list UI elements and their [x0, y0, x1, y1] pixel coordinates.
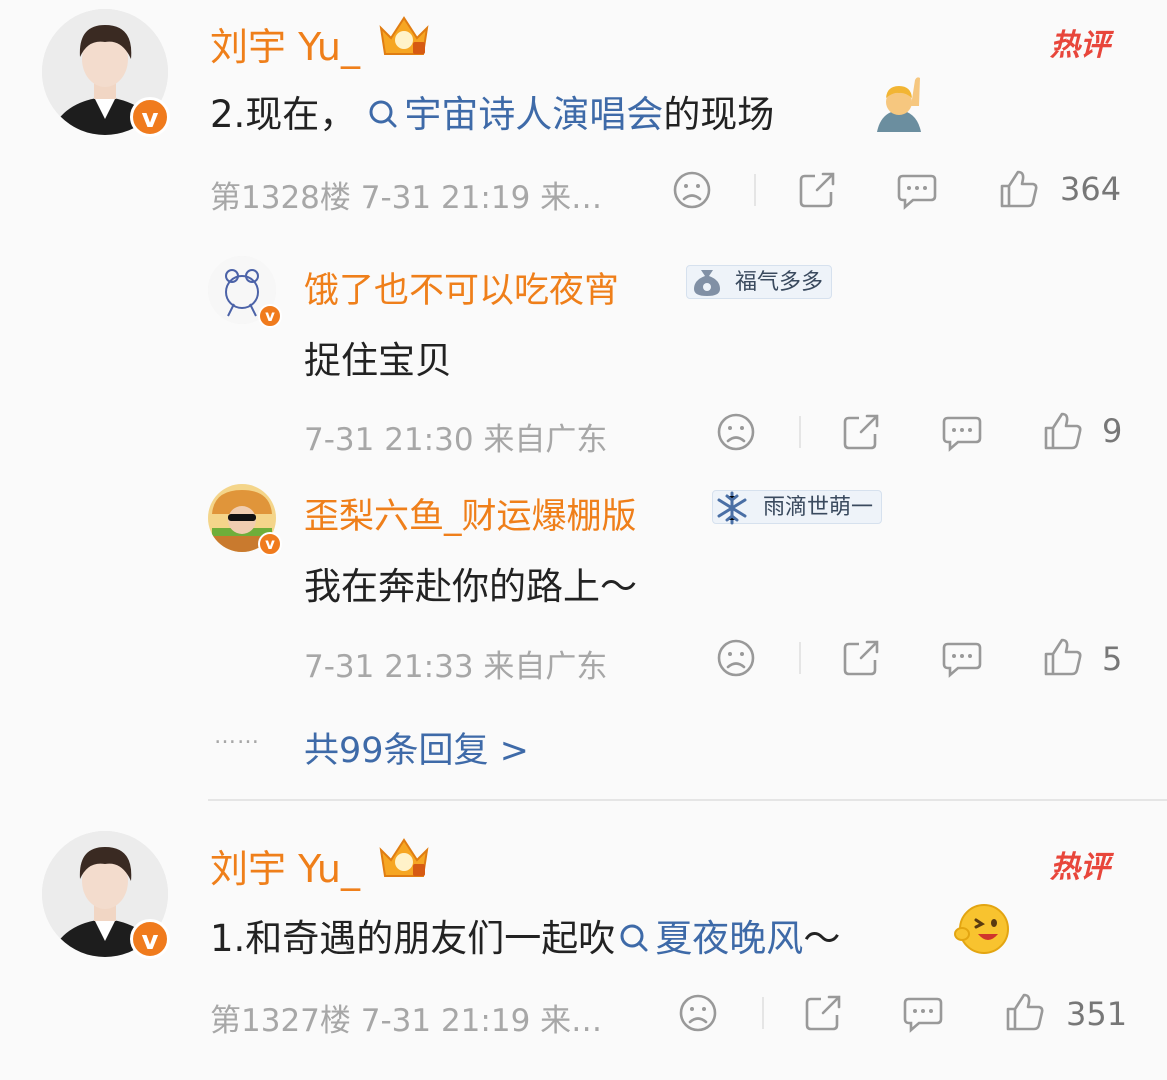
verified-badge-icon: v	[258, 304, 282, 328]
topic-link[interactable]: 夏夜晚风	[615, 917, 803, 960]
fan-badge-label: 福气多多	[735, 270, 824, 295]
reply-1-username[interactable]: 饿了也不可以吃夜宵	[304, 262, 619, 313]
share-icon[interactable]	[803, 993, 843, 1033]
comment-icon[interactable]	[942, 638, 982, 678]
comment-1-avatar-wrap[interactable]: v	[42, 9, 170, 137]
topic-link[interactable]: 宇宙诗人演唱会	[356, 93, 663, 136]
comment-1-meta: 第1328楼 7-31 21:19 来…	[210, 180, 603, 216]
laughing-face-emoji-icon	[954, 902, 1010, 956]
comment-text-start: 1.和奇遇的朋友们一起吹	[210, 917, 616, 960]
comment-text-start: 2.现在，	[210, 93, 357, 136]
like-icon[interactable]	[1042, 636, 1084, 678]
like-count: 9	[1102, 412, 1123, 450]
hot-comment-badge: 热评	[1050, 28, 1110, 63]
divider	[762, 997, 764, 1029]
comment-divider	[208, 799, 1167, 801]
crown-badge-icon	[377, 14, 431, 58]
share-icon[interactable]	[841, 412, 881, 452]
fan-badge-label: 雨滴世萌一	[763, 495, 874, 520]
search-icon	[368, 99, 398, 129]
comment-1-username[interactable]: 刘宇 Yu_	[210, 16, 360, 71]
like-icon[interactable]	[998, 168, 1040, 210]
comment-2-username[interactable]: 刘宇 Yu_	[210, 838, 360, 893]
crown-badge-icon	[377, 836, 431, 880]
raising-hand-emoji-icon	[875, 76, 923, 132]
like-count: 351	[1066, 995, 1128, 1033]
topic-text[interactable]: 宇宙诗人演唱会	[404, 93, 663, 136]
dislike-face-icon[interactable]	[716, 412, 756, 452]
dislike-face-icon[interactable]	[678, 993, 718, 1033]
more-replies-dots: ……	[214, 724, 260, 749]
dislike-face-icon[interactable]	[672, 170, 712, 210]
comment-2-avatar-wrap[interactable]: v	[42, 831, 170, 959]
share-icon[interactable]	[797, 170, 837, 210]
comment-icon[interactable]	[942, 412, 982, 452]
dislike-face-icon[interactable]	[716, 638, 756, 678]
snowflake-icon	[714, 490, 750, 526]
verified-badge-icon: v	[130, 919, 170, 959]
divider	[799, 642, 801, 674]
like-icon[interactable]	[1042, 410, 1084, 452]
like-count: 5	[1102, 640, 1123, 678]
like-count: 364	[1060, 170, 1122, 208]
divider	[799, 416, 801, 448]
comment-text-end: 的现场	[663, 93, 775, 136]
more-replies-link[interactable]: 共99条回复 >	[304, 722, 529, 773]
like-icon[interactable]	[1004, 991, 1046, 1033]
divider	[754, 174, 756, 206]
verified-badge-icon: v	[258, 532, 282, 556]
comment-icon[interactable]	[897, 170, 937, 210]
reply-2-avatar-wrap[interactable]: v	[208, 484, 282, 556]
comment-icon[interactable]	[903, 993, 943, 1033]
comment-text-end: ～	[803, 917, 841, 960]
search-icon	[619, 923, 649, 953]
reply-2-username[interactable]: 歪梨六鱼_财运爆棚版	[304, 488, 637, 539]
reply-2-meta: 7-31 21:33 来自广东	[304, 649, 608, 685]
reply-2-text: 我在奔赴你的路上～	[304, 565, 637, 608]
topic-text[interactable]: 夏夜晚风	[655, 917, 803, 960]
lucky-bag-icon	[690, 266, 724, 298]
hot-comment-badge: 热评	[1050, 850, 1110, 885]
comment-1-text: 2.现在， 宇宙诗人演唱会的现场	[210, 84, 774, 138]
reply-1-meta: 7-31 21:30 来自广东	[304, 422, 608, 458]
reply-1-avatar-wrap[interactable]: v	[208, 256, 282, 328]
share-icon[interactable]	[841, 638, 881, 678]
reply-1-text: 捉住宝贝	[304, 339, 452, 382]
comment-2-text: 1.和奇遇的朋友们一起吹 夏夜晚风～	[210, 908, 840, 962]
verified-badge-icon: v	[130, 97, 170, 137]
comment-2-meta: 第1327楼 7-31 21:19 来…	[210, 1003, 603, 1039]
